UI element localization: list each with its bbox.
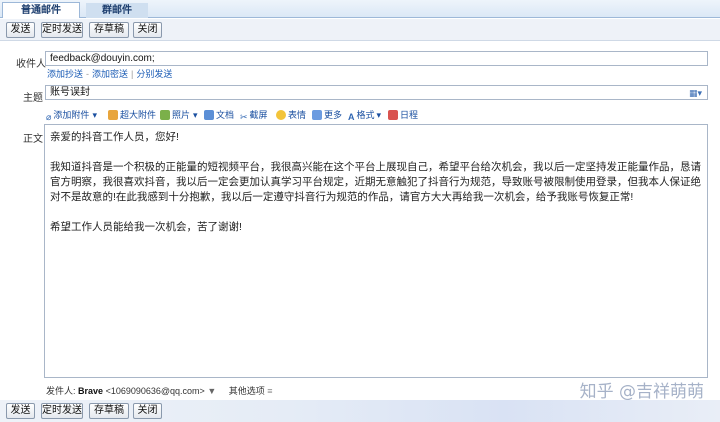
recipient-field[interactable]: feedback@douyin.com; bbox=[45, 51, 708, 66]
large-attachment-button[interactable]: 超大附件 bbox=[108, 108, 156, 121]
more-button[interactable]: 更多 bbox=[312, 108, 342, 121]
recipient-label: 收件人 bbox=[16, 59, 46, 70]
sender-line: 发件人: Brave <1069090636@qq.com> ▼ 其他选项 ≡ bbox=[46, 384, 273, 397]
calendar-icon bbox=[388, 110, 398, 120]
text-format-icon: A bbox=[348, 112, 355, 122]
chevron-down-icon[interactable]: ▾ bbox=[92, 110, 97, 120]
recipient-links: 添加抄送 - 添加密送 | 分别发送 bbox=[47, 67, 172, 80]
scheduled-send-button[interactable]: 定时发送 bbox=[41, 22, 83, 38]
chevron-down-icon[interactable]: ▾ bbox=[193, 110, 198, 120]
large-attachment-label: 超大附件 bbox=[120, 110, 157, 120]
grid-icon bbox=[312, 110, 322, 120]
photo-button[interactable]: 照片 ▾ bbox=[160, 108, 198, 121]
chevron-down-icon[interactable]: ▼ bbox=[207, 386, 216, 396]
scissors-icon: ✂ bbox=[240, 112, 248, 122]
subject-value: 账号误封 bbox=[50, 87, 90, 98]
document-label: 文档 bbox=[216, 110, 235, 120]
subject-options-icon[interactable]: ▦▾ bbox=[689, 87, 702, 100]
send-button[interactable]: 发送 bbox=[6, 403, 35, 419]
body-editor[interactable]: 亲爱的抖音工作人员，您好! 我知道抖音是一个积极的正能量的短视频平台，我很高兴能… bbox=[44, 124, 708, 378]
recipient-value: feedback@douyin.com; bbox=[50, 53, 155, 64]
send-button[interactable]: 发送 bbox=[6, 22, 35, 38]
document-button[interactable]: 文档 bbox=[204, 108, 234, 121]
more-label: 更多 bbox=[324, 110, 343, 120]
mail-type-tabs: 普通邮件 群邮件 bbox=[0, 0, 720, 18]
tab-group-mail[interactable]: 群邮件 bbox=[86, 3, 148, 18]
save-draft-button[interactable]: 存草稿 bbox=[89, 403, 129, 419]
bottom-toolbar: 发送 定时发送 存草稿 关闭 bbox=[0, 400, 720, 422]
add-bcc-link[interactable]: 添加密送 bbox=[92, 69, 128, 79]
smiley-icon bbox=[276, 110, 286, 120]
separate-send-link[interactable]: 分别发送 bbox=[136, 69, 172, 79]
watermark: 知乎 @吉祥萌萌 bbox=[579, 382, 704, 402]
paperclip-icon: ⌀ bbox=[46, 112, 52, 122]
sender-label: 发件人: bbox=[46, 386, 76, 396]
body-greeting: 亲爱的抖音工作人员，您好! bbox=[50, 131, 179, 143]
screenshot-label: 截屏 bbox=[249, 110, 268, 120]
close-button[interactable]: 关闭 bbox=[133, 22, 162, 38]
format-label: 格式 bbox=[356, 110, 375, 120]
emoji-label: 表情 bbox=[288, 110, 307, 120]
calendar-button[interactable]: 日程 bbox=[388, 108, 418, 121]
separator: - bbox=[86, 69, 90, 79]
format-toolbar: ⌀ 添加附件 ▾ 超大附件 照片 ▾ 文档 ✂ 截屏 表情 更多 A 格式 ▾ 日程 bbox=[44, 106, 708, 122]
other-options-label: 其他选项 bbox=[228, 386, 265, 396]
body-paragraph: 我知道抖音是一个积极的正能量的短视频平台，我很高兴能在这个平台上展现自己，希望平… bbox=[50, 161, 701, 203]
other-options-link[interactable]: 其他选项 ≡ bbox=[229, 386, 273, 396]
add-attachment-button[interactable]: ⌀ 添加附件 ▾ bbox=[46, 108, 97, 122]
close-button[interactable]: 关闭 bbox=[133, 403, 162, 419]
subject-label: 主题 bbox=[23, 93, 43, 104]
large-attachment-icon bbox=[108, 110, 118, 120]
chevron-down-icon[interactable]: ▾ bbox=[377, 110, 382, 120]
tab-normal-mail[interactable]: 普通邮件 bbox=[2, 2, 80, 18]
document-icon bbox=[204, 110, 214, 120]
scheduled-send-button[interactable]: 定时发送 bbox=[41, 403, 83, 419]
emoji-button[interactable]: 表情 bbox=[276, 108, 306, 121]
screenshot-button[interactable]: ✂ 截屏 bbox=[240, 108, 268, 122]
sender-name[interactable]: Brave bbox=[78, 386, 103, 396]
options-icon: ≡ bbox=[267, 386, 273, 396]
save-draft-button[interactable]: 存草稿 bbox=[89, 22, 129, 38]
body-closing: 希望工作人员能给我一次机会，苦了谢谢! bbox=[50, 221, 242, 233]
add-attachment-label: 添加附件 bbox=[53, 110, 90, 120]
separator: | bbox=[131, 69, 134, 79]
calendar-label: 日程 bbox=[400, 110, 419, 120]
format-button[interactable]: A 格式 ▾ bbox=[348, 108, 381, 122]
sender-email[interactable]: <1069090636@qq.com> bbox=[106, 386, 205, 396]
subject-field[interactable]: 账号误封 ▦▾ bbox=[45, 85, 708, 100]
add-cc-link[interactable]: 添加抄送 bbox=[47, 69, 83, 79]
body-label: 正文 bbox=[23, 134, 43, 145]
photo-icon bbox=[160, 110, 170, 120]
photo-label: 照片 bbox=[172, 110, 191, 120]
top-toolbar: 发送 定时发送 存草稿 关闭 bbox=[0, 19, 720, 41]
